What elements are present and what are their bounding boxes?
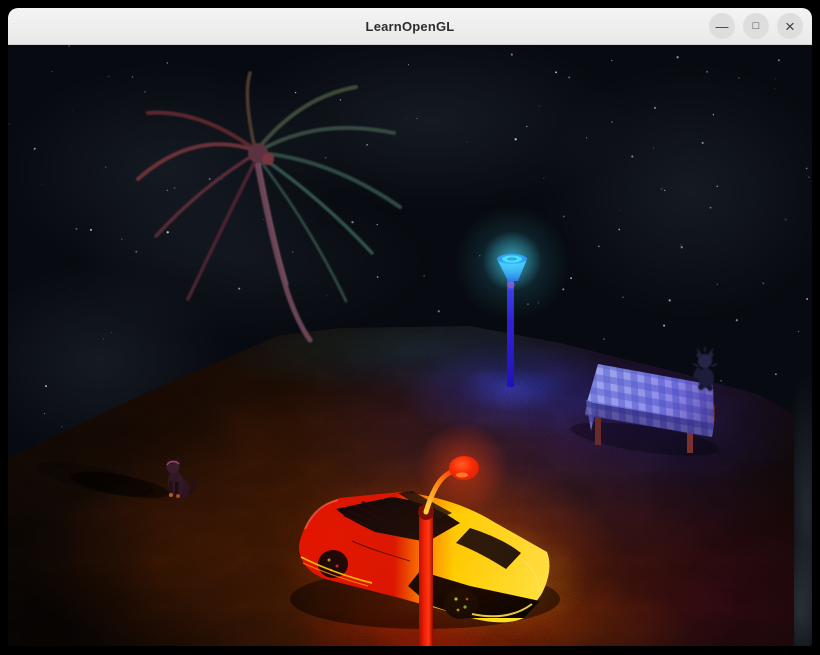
maximize-icon: □ — [752, 19, 760, 32]
app-window: LearnOpenGL — □ × — [8, 8, 812, 647]
window-title: LearnOpenGL — [365, 18, 455, 34]
titlebar[interactable]: LearnOpenGL — □ × — [8, 8, 812, 45]
opengl-viewport[interactable] — [8, 45, 812, 646]
table-leg — [595, 413, 601, 445]
minimize-icon: — — [715, 18, 729, 34]
maximize-button[interactable]: □ — [743, 13, 769, 39]
minimize-button[interactable]: — — [709, 13, 735, 39]
close-button[interactable]: × — [777, 13, 803, 39]
close-icon: × — [785, 16, 795, 36]
window-controls: — □ × — [709, 13, 803, 39]
